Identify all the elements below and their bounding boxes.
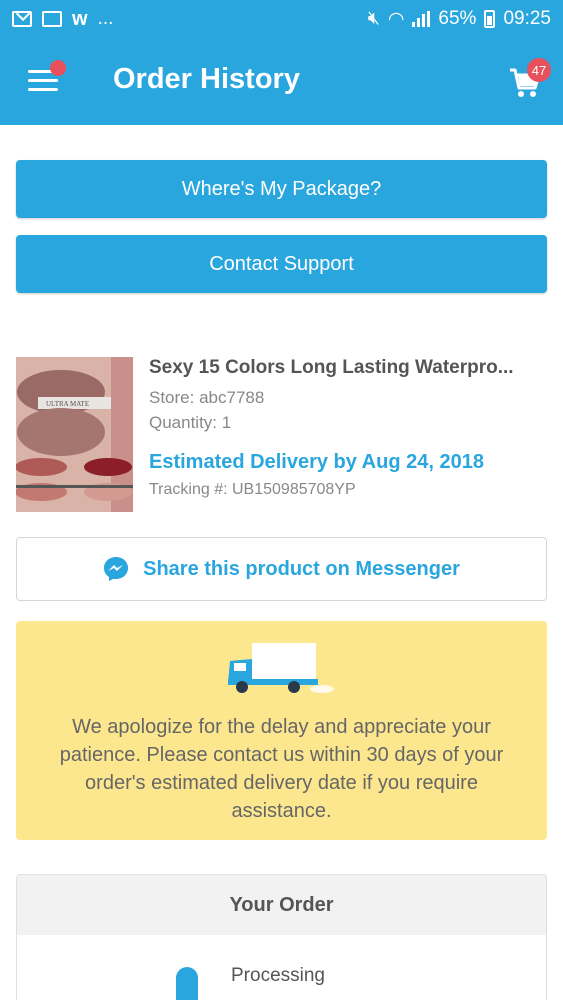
product-quantity: Quantity: 1 (149, 413, 232, 432)
cart-badge: 47 (527, 58, 551, 82)
battery-icon (484, 10, 496, 28)
notice-message: We apologize for the delay and appreciat… (59, 716, 504, 822)
battery-percent: 65% (438, 8, 477, 29)
order-heading: Your Order (17, 875, 546, 935)
status-bar: w ... 🔇︎ ◠ 65% 09:25 (0, 0, 563, 38)
tracking-number: Tracking #: UB150985708YP (149, 481, 356, 498)
menu-icon[interactable] (28, 60, 66, 92)
product-image-label: ULTRA MATE (46, 400, 89, 408)
mute-icon: 🔇︎ (367, 8, 380, 29)
share-label: Share this product on Messenger (143, 557, 460, 580)
image-icon (42, 11, 62, 27)
messenger-icon (104, 557, 129, 581)
estimated-delivery: Estimated Delivery by Aug 24, 2018 (149, 451, 484, 473)
app-w-icon: w (72, 7, 88, 30)
progress-step-label: Processing (231, 965, 325, 986)
product-image[interactable]: ULTRA MATE (16, 357, 133, 512)
progress-step-indicator (176, 967, 198, 1000)
page-title: Order History (113, 63, 300, 95)
contact-support-button[interactable]: Contact Support (16, 235, 547, 293)
wifi-icon: ◠ (387, 8, 405, 30)
app-bar: Order History 47 (0, 38, 563, 125)
clock: 09:25 (503, 8, 551, 29)
signal-icon (412, 11, 431, 27)
notification-dot (50, 60, 66, 76)
product-store: Store: abc7788 (149, 388, 265, 407)
product-title[interactable]: Sexy 15 Colors Long Lasting Waterpro... (149, 357, 514, 379)
share-messenger-button[interactable]: Share this product on Messenger (16, 537, 547, 601)
where-package-button[interactable]: Where's My Package? (16, 160, 547, 218)
more-notifications: ... (97, 8, 114, 29)
delivery-truck-icon (228, 643, 334, 693)
mail-icon (12, 11, 32, 27)
delay-notice: We apologize for the delay and appreciat… (16, 621, 547, 840)
order-panel: Your Order Processing (16, 874, 547, 1000)
